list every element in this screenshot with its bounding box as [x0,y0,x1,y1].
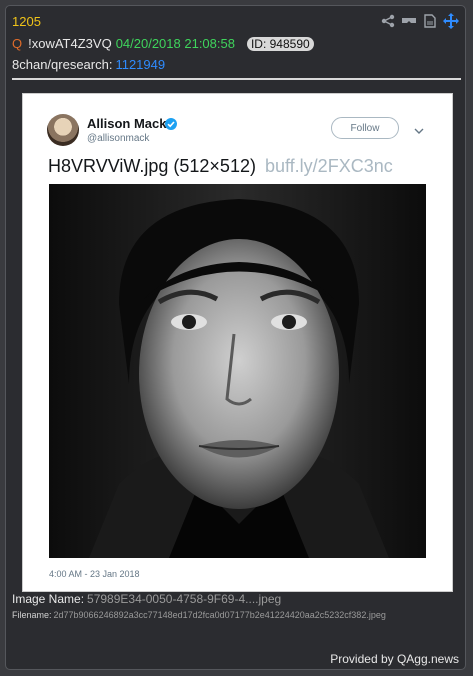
filename-label: Filename: [12,610,52,620]
tweet-embed[interactable]: Allison Mack @allisonmack Follow H8VRVVi… [22,93,453,592]
post-header: Q !xowAT4Z3VQ 04/20/2018 21:08:58 ID: 94859… [12,36,314,51]
glasses-icon[interactable] [401,13,417,29]
tweet-timestamp[interactable]: 4:00 AM - 23 Jan 2018 [49,569,140,579]
board-line: 8chan/qresearch: 1121949 [12,57,165,72]
document-icon[interactable] [422,13,438,29]
follow-button[interactable]: Follow [331,117,399,139]
provided-by[interactable]: Provided by QAgg.news [330,652,459,666]
id-badge[interactable]: ID: 948590 [246,37,314,51]
chevron-down-icon[interactable] [414,122,424,140]
tweet-author-name: Allison Mack [87,116,167,131]
tweet-text-filename: H8VRVViW.jpg (512×512) [48,156,256,176]
avatar [47,114,79,146]
post-number[interactable]: 1205 [12,14,41,29]
tweet-link[interactable]: buff.ly/2FXC3nc [265,156,393,176]
tripcode: !xowAT4Z3VQ [28,36,112,51]
image-name: Image Name: 57989E34-0050-4758-9F69-4....… [12,592,281,606]
post-toolbar [380,13,459,29]
post-card: 1205 Q !xowAT4Z3VQ 04/20/2018 21:08:58 ID: … [5,5,466,670]
q-label: Q [12,36,23,51]
tweet-author-handle: @allisonmack [87,133,150,144]
image-name-label: Image Name: [12,592,85,606]
filename-value[interactable]: 2d77b9066246892a3cc77148ed17d2fca0d07177… [54,610,386,620]
tweet-photo[interactable] [49,184,426,558]
filename: Filename: 2d77b9066246892a3cc77148ed17d2f… [12,610,386,620]
image-name-value[interactable]: 57989E34-0050-4758-9F69-4....jpeg [87,592,281,606]
share-icon[interactable] [380,13,396,29]
thread-link[interactable]: 1121949 [115,57,165,72]
tweet-text: H8VRVViW.jpg (512×512) buff.ly/2FXC3nc [48,156,393,177]
post-datetime: 04/20/2018 21:08:58 [115,36,235,51]
move-icon[interactable] [443,13,459,29]
verified-icon [165,117,177,135]
divider [12,78,461,80]
board-label: 8chan/qresearch: [12,57,113,72]
